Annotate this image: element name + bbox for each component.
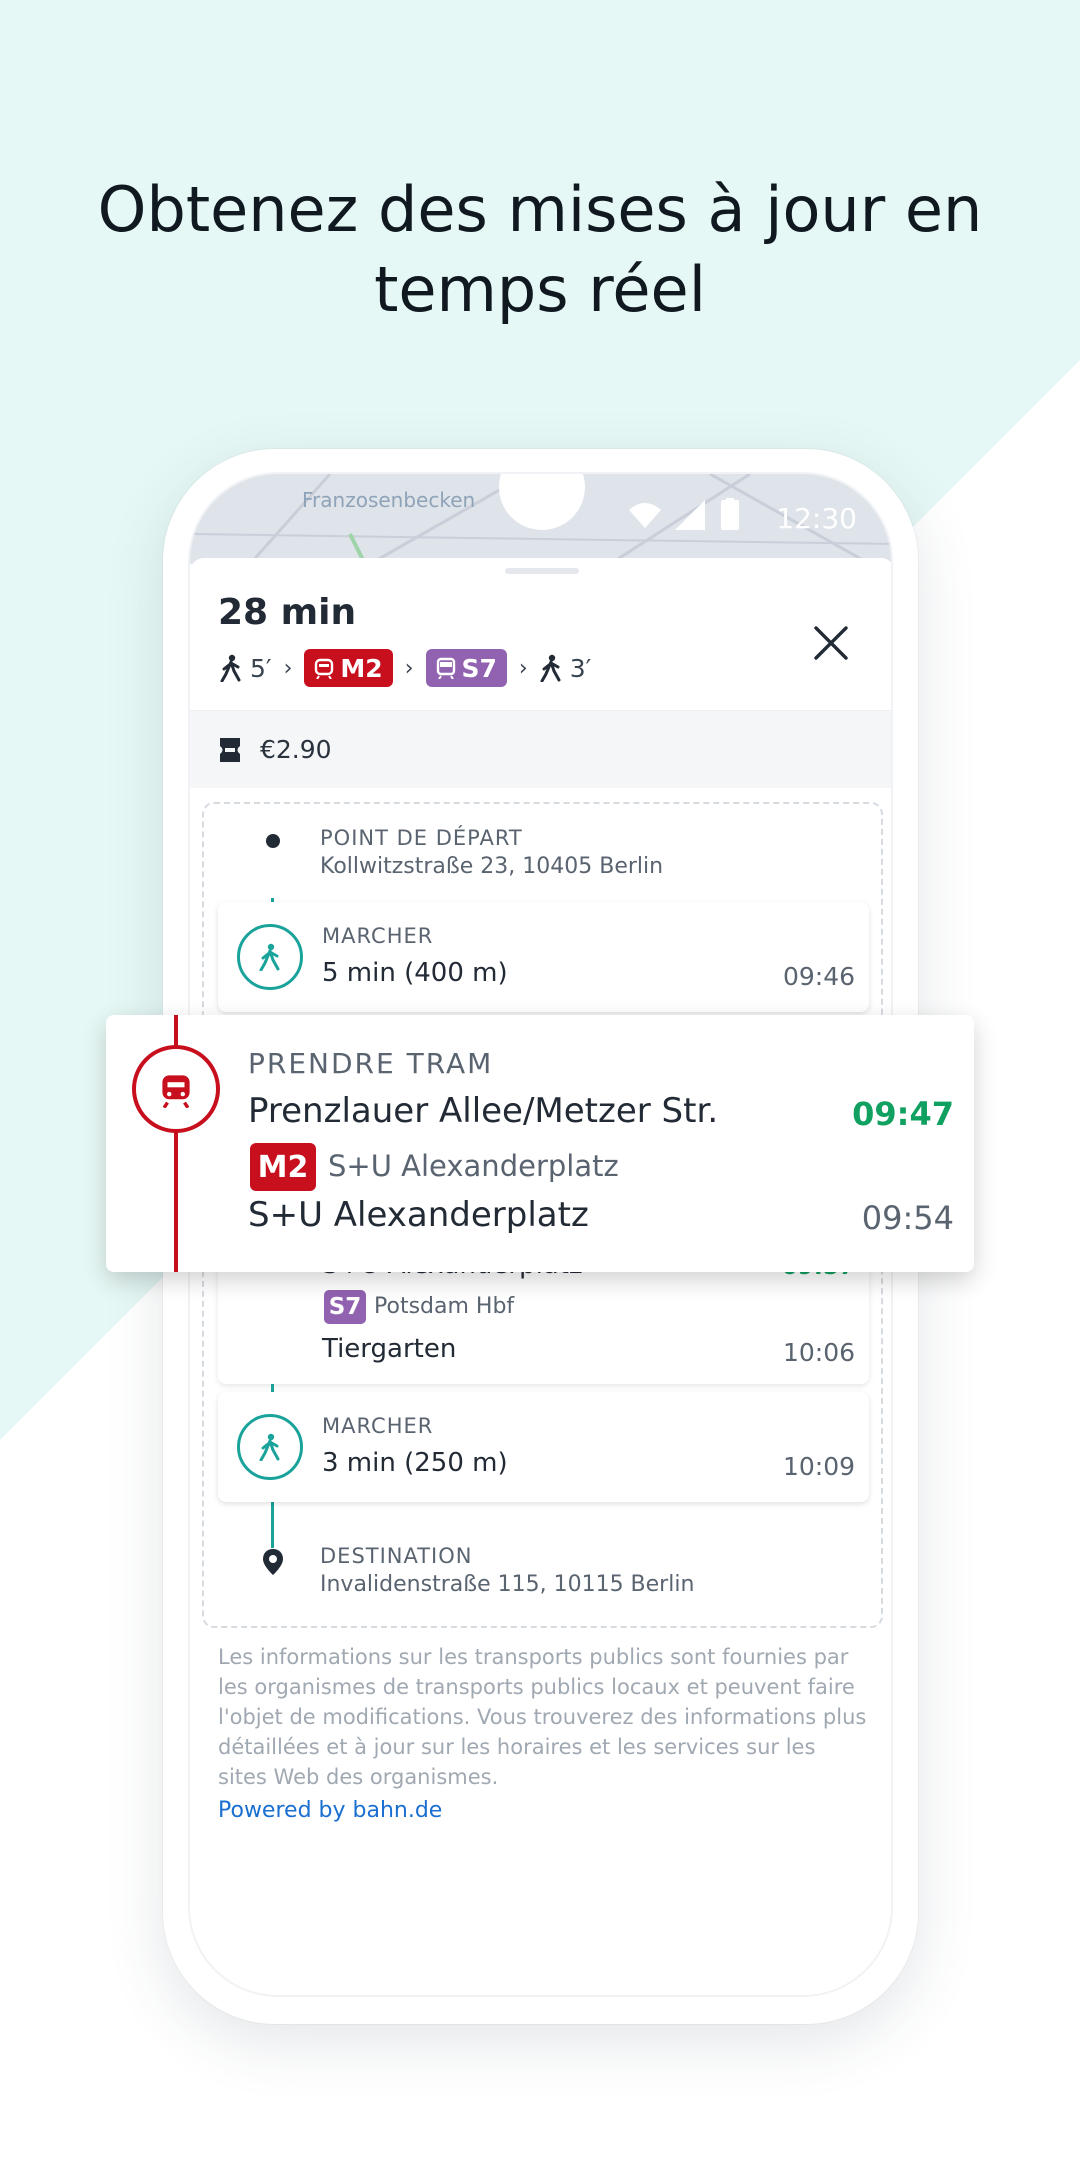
walk-ring — [237, 924, 303, 990]
sbahn-line-badge: S7 — [324, 1290, 366, 1324]
wifi-icon — [629, 503, 661, 528]
walk-end-minutes: 3′ — [569, 653, 592, 683]
route-sheet: 28 min 5′ › M2 › S7 › 3′ €2.90 POINT DE … — [190, 558, 891, 1995]
tram-step-label: PRENDRE TRAM — [248, 1047, 494, 1080]
fare-bar[interactable]: €2.90 — [190, 710, 891, 788]
location-pin-icon — [263, 1549, 283, 1575]
tram-line-badge: M2 — [304, 649, 393, 687]
tram-arrive-time: 09:54 — [861, 1199, 954, 1237]
headline-line-1: Obtenez des mises à jour en — [97, 173, 983, 246]
walk-time: 10:09 — [782, 1452, 855, 1481]
walk-detail: 5 min (400 m) — [322, 958, 508, 988]
headline-line-2: temps réel — [374, 253, 706, 326]
tram-to-stop: S+U Alexanderplatz — [248, 1195, 589, 1235]
powered-by-link[interactable]: Powered by bahn.de — [218, 1798, 442, 1823]
close-button[interactable] — [806, 618, 856, 668]
status-time: 12:30 — [776, 502, 857, 535]
walk-label: MARCHER — [322, 924, 434, 948]
walk-start-minutes: 5′ — [250, 653, 272, 683]
tram-depart-time: 09:47 — [852, 1095, 954, 1133]
walk-label: MARCHER — [322, 1414, 434, 1438]
walk-icon — [259, 1433, 280, 1461]
tram-line-badge: M2 — [250, 1143, 316, 1191]
destination-label: DESTINATION — [320, 1544, 473, 1568]
chevron-right-icon: › — [283, 655, 293, 681]
sbahn-direction: Potsdam Hbf — [374, 1294, 515, 1319]
train-icon — [436, 657, 455, 679]
ticket-icon — [220, 737, 240, 762]
tram-step-card-highlight[interactable]: PRENDRE TRAM Prenzlauer Allee/Metzer Str… — [106, 1015, 974, 1272]
trip-summary: 5′ › M2 › S7 › 3′ — [220, 648, 591, 688]
trip-duration: 28 min — [218, 592, 357, 633]
close-icon — [814, 626, 848, 660]
sbahn-to: Tiergarten — [322, 1334, 457, 1364]
start-step[interactable]: POINT DE DÉPART Kollwitzstraße 23, 10405… — [320, 826, 663, 879]
map-peek[interactable]: Franzosenbecken 12:30 — [190, 474, 891, 564]
walk-step-card[interactable]: MARCHER 3 min (250 m) 10:09 — [218, 1392, 869, 1502]
disclaimer-text: Les informations sur les transports publ… — [218, 1645, 867, 1789]
battery-icon — [721, 500, 739, 530]
tram-line-label: M2 — [340, 653, 383, 683]
headline: Obtenez des mises à jour en temps réel — [0, 170, 1080, 330]
tram-icon — [162, 1075, 190, 1108]
map-place-label: Franzosenbecken — [302, 488, 476, 512]
walk-ring — [237, 1414, 303, 1480]
tram-direction: S+U Alexanderplatz — [328, 1149, 619, 1183]
walk-icon — [540, 654, 561, 682]
start-label: POINT DE DÉPART — [320, 826, 523, 850]
chevron-right-icon: › — [518, 655, 528, 681]
tram-icon — [315, 658, 334, 679]
sbahn-line-label: S7 — [461, 653, 497, 683]
tram-ring — [132, 1045, 220, 1133]
start-dot-icon — [266, 834, 280, 848]
walk-icon — [220, 654, 241, 682]
start-address: Kollwitzstraße 23, 10405 Berlin — [320, 854, 664, 879]
walk-time: 09:46 — [782, 962, 855, 991]
chevron-right-icon: › — [404, 655, 414, 681]
walk-step-card[interactable]: MARCHER 5 min (400 m) 09:46 — [218, 902, 869, 1012]
fare-price: €2.90 — [260, 735, 332, 764]
signal-icon — [675, 500, 705, 530]
status-icons — [625, 498, 755, 538]
walk-detail: 3 min (250 m) — [322, 1448, 508, 1478]
destination-step[interactable]: DESTINATION Invalidenstraße 115, 10115 B… — [320, 1544, 694, 1597]
tram-from-stop: Prenzlauer Allee/Metzer Str. — [248, 1091, 719, 1131]
destination-address: Invalidenstraße 115, 10115 Berlin — [320, 1572, 695, 1597]
walk-icon — [259, 943, 280, 971]
sheet-grabber[interactable] — [505, 568, 579, 574]
sbahn-line-badge: S7 — [425, 649, 507, 687]
sbahn-arrive-time: 10:06 — [782, 1338, 855, 1367]
